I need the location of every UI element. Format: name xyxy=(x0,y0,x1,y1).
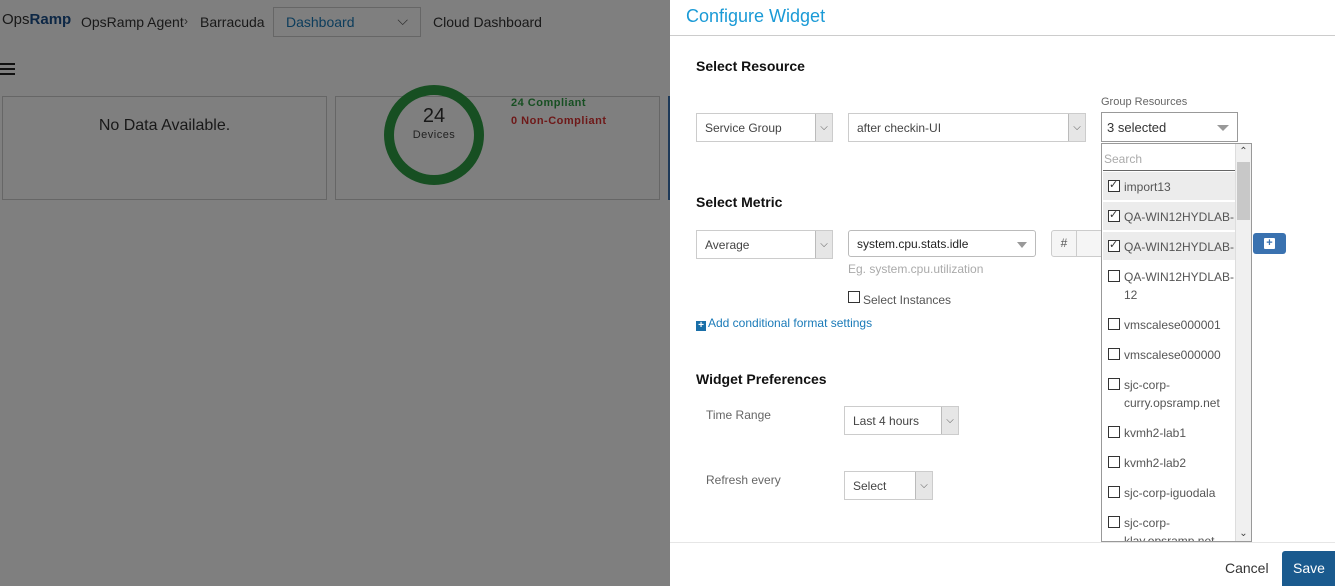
group-resource-option[interactable]: import13 xyxy=(1103,172,1236,200)
time-range-value: Last 4 hours xyxy=(853,414,920,428)
group-resource-option[interactable]: QA-WIN12HYDLAB- xyxy=(1103,202,1236,230)
plus-icon: + xyxy=(1264,238,1275,249)
chevron-down-icon: ⌵ xyxy=(941,407,958,434)
select-metric-heading: Select Metric xyxy=(696,194,783,210)
plus-square-icon: + xyxy=(696,321,706,331)
chevron-down-icon: ⌵ xyxy=(815,114,832,141)
group-resource-option[interactable]: QA-WIN12HYDLAB-12 xyxy=(1103,262,1236,308)
panel-title: Configure Widget xyxy=(686,6,826,26)
select-instances-label: Select Instances xyxy=(863,293,952,307)
group-resource-option-label: sjc-corp-curry.opsramp.net xyxy=(1124,378,1220,410)
group-resource-option-label: QA-WIN12HYDLAB- xyxy=(1124,240,1235,254)
group-resource-option[interactable]: QA-WIN12HYDLAB- xyxy=(1103,232,1236,260)
group-resource-option-label: sjc-corp-iguodala xyxy=(1124,486,1216,500)
metric-select[interactable]: system.cpu.stats.idle xyxy=(848,230,1036,257)
aggregation-value: Average xyxy=(705,238,750,252)
select-resource-heading: Select Resource xyxy=(696,58,805,74)
divider xyxy=(670,35,1335,36)
checkbox-unchecked-icon[interactable] xyxy=(1108,270,1120,282)
modal-backdrop[interactable] xyxy=(0,0,670,586)
checkbox-unchecked-icon[interactable] xyxy=(1108,426,1120,438)
footer-divider xyxy=(670,542,1335,543)
caret-down-icon xyxy=(1017,242,1027,248)
resource-name-value: after checkin-UI xyxy=(857,121,942,135)
group-resource-option[interactable]: sjc-corp-curry.opsramp.net xyxy=(1103,370,1236,416)
scroll-down-icon[interactable]: ⌄ xyxy=(1236,528,1251,539)
checkbox-unchecked-icon[interactable] xyxy=(1108,378,1120,390)
group-resource-option-label: kvmh2-lab2 xyxy=(1124,456,1187,470)
checkbox-unchecked-icon[interactable] xyxy=(1108,318,1120,330)
resource-name-select[interactable]: after checkin-UI ⌵ xyxy=(848,113,1086,142)
group-resource-option-label: QA-WIN12HYDLAB-12 xyxy=(1124,270,1235,302)
configure-widget-panel: Configure Widget Select Resource Service… xyxy=(670,0,1335,586)
group-resource-option[interactable]: kvmh2-lab1 xyxy=(1103,418,1236,446)
chevron-down-icon: ⌵ xyxy=(1068,114,1085,141)
checkbox-unchecked-icon[interactable] xyxy=(1108,516,1120,528)
refresh-every-value: Select xyxy=(853,479,887,493)
group-resource-option[interactable]: vmscalese000000 xyxy=(1103,340,1236,368)
checkbox-unchecked-icon[interactable] xyxy=(1108,456,1120,468)
checkbox-checked-icon[interactable] xyxy=(1108,178,1120,192)
refresh-every-select[interactable]: Select ⌵ xyxy=(844,471,933,500)
chevron-down-icon: ⌵ xyxy=(915,472,932,499)
chevron-down-icon: ⌵ xyxy=(815,231,832,258)
save-button[interactable]: Save xyxy=(1282,551,1335,586)
group-resources-dropdown: Search import13 QA-WIN12HYDLAB- QA-WIN12HY… xyxy=(1101,143,1252,542)
checkbox-checked-icon[interactable] xyxy=(1108,208,1120,222)
group-resources-label: Group Resources xyxy=(1101,96,1188,108)
caret-down-icon xyxy=(1217,125,1229,131)
time-range-label: Time Range xyxy=(706,408,771,422)
checkbox-unchecked-icon[interactable] xyxy=(1108,486,1120,498)
resource-type-value: Service Group xyxy=(705,121,782,135)
add-conditional-format-link[interactable]: + Add conditional format settings xyxy=(696,316,872,331)
dropdown-scrollbar[interactable]: ⌃ ⌄ xyxy=(1235,144,1251,541)
group-resources-value: 3 selected xyxy=(1107,120,1167,135)
group-resource-option-label: QA-WIN12HYDLAB- xyxy=(1124,210,1235,224)
group-resource-option-label: vmscalese000000 xyxy=(1124,348,1221,362)
refresh-every-label: Refresh every xyxy=(706,473,781,487)
group-resources-select[interactable]: 3 selected xyxy=(1101,112,1238,142)
cancel-button[interactable]: Cancel xyxy=(1225,560,1269,576)
group-resource-option[interactable]: sjc-corp-klay.opsramp.net xyxy=(1103,508,1236,542)
scrollbar-thumb[interactable] xyxy=(1237,162,1250,220)
widget-preferences-heading: Widget Preferences xyxy=(696,371,827,387)
group-resource-option[interactable]: sjc-corp-iguodala xyxy=(1103,478,1236,506)
group-resource-option[interactable]: vmscalese000001 xyxy=(1103,310,1236,338)
checkbox-checked-icon[interactable] xyxy=(1108,238,1120,252)
aggregation-select[interactable]: Average ⌵ xyxy=(696,230,833,259)
scroll-up-icon[interactable]: ⌃ xyxy=(1236,146,1251,157)
group-resource-option-label: import13 xyxy=(1124,180,1171,194)
resource-type-select[interactable]: Service Group ⌵ xyxy=(696,113,833,142)
group-resource-option[interactable]: kvmh2-lab2 xyxy=(1103,448,1236,476)
select-instances-checkbox[interactable] xyxy=(848,291,860,303)
group-resources-search-input[interactable]: Search xyxy=(1103,146,1236,171)
metric-value: system.cpu.stats.idle xyxy=(857,237,969,251)
add-metric-button[interactable]: + xyxy=(1253,233,1286,254)
metric-hint: Eg. system.cpu.utilization xyxy=(848,262,984,276)
group-resource-option-label: kvmh2-lab1 xyxy=(1124,426,1187,440)
group-resource-option-label: sjc-corp-klay.opsramp.net xyxy=(1124,516,1215,542)
checkbox-unchecked-icon[interactable] xyxy=(1108,348,1120,360)
group-resource-option-label: vmscalese000001 xyxy=(1124,318,1221,332)
time-range-select[interactable]: Last 4 hours ⌵ xyxy=(844,406,959,435)
hash-addon: # xyxy=(1052,231,1077,256)
